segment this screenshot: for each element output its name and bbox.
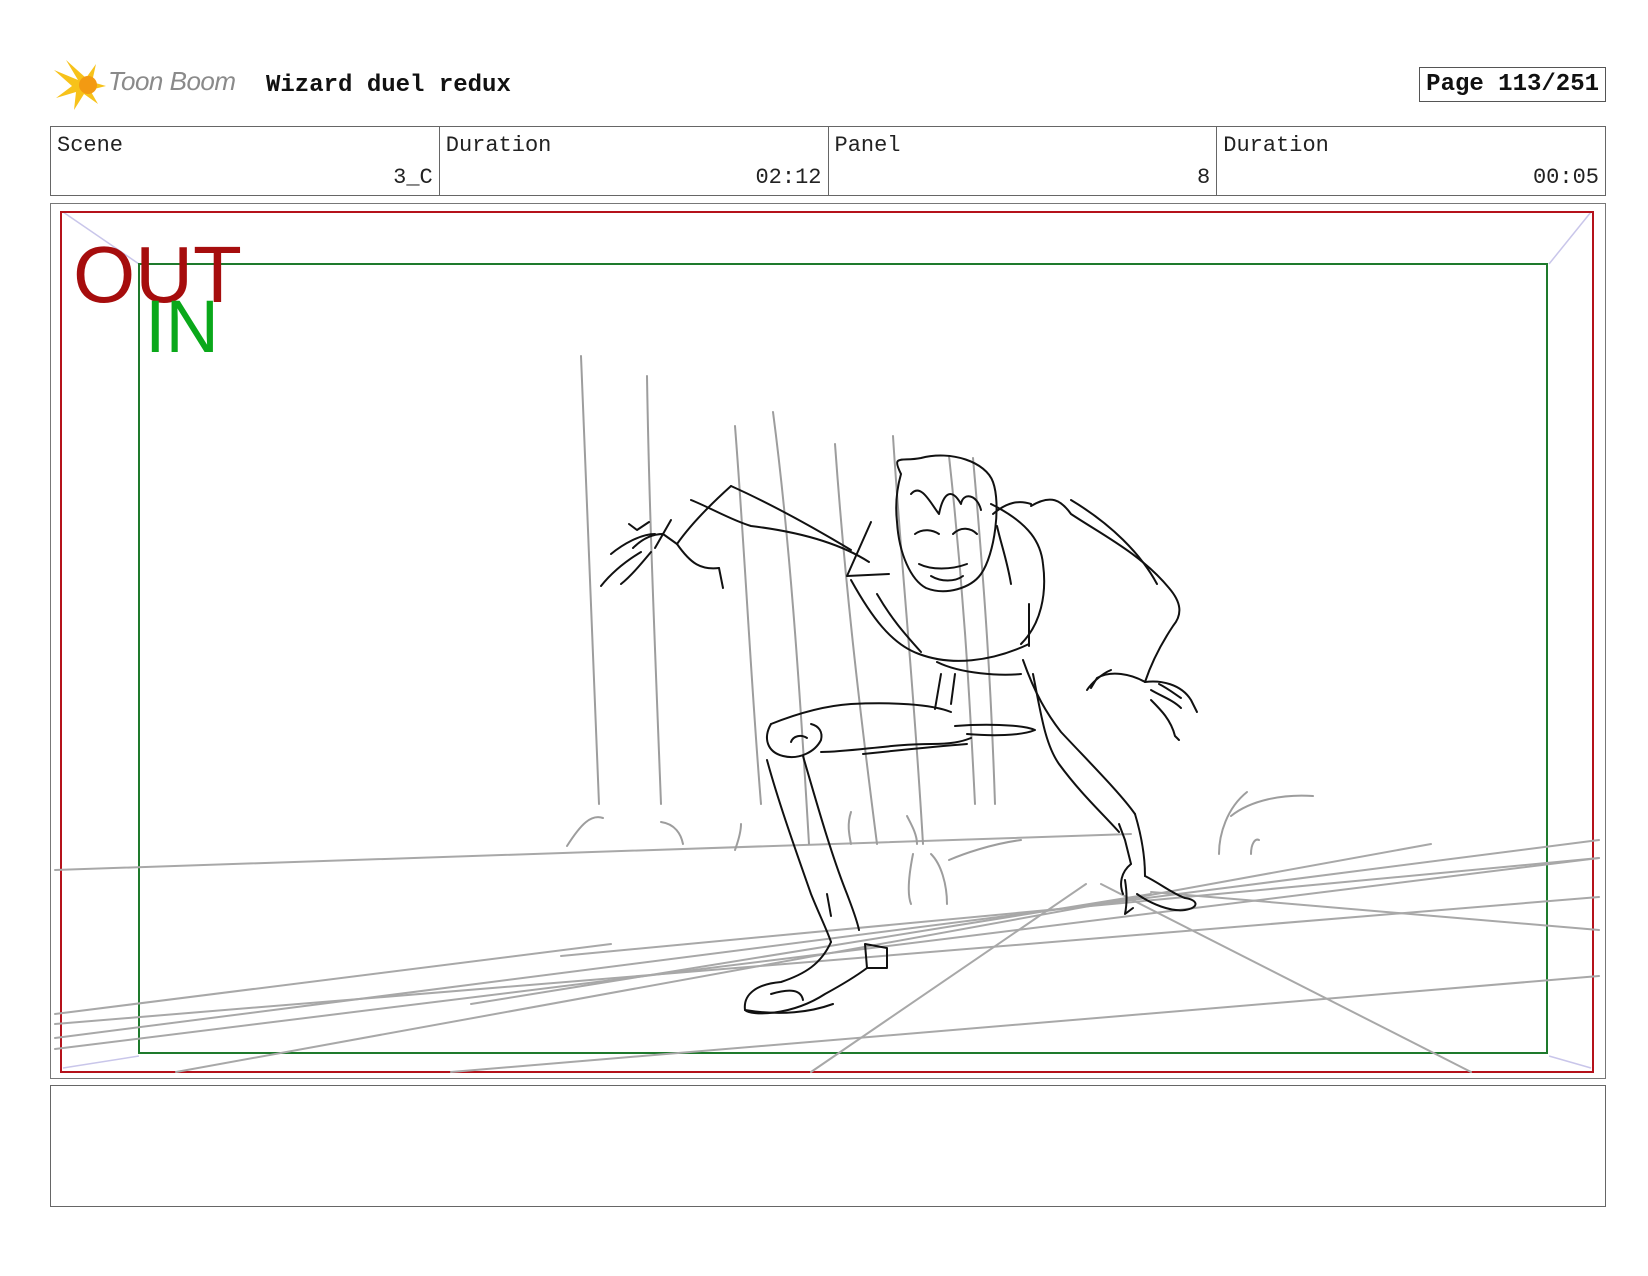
project-title: Wizard duel redux [266,72,511,99]
page-indicator: Page 113/251 [1419,67,1606,102]
scene-duration-value: 02:12 [755,165,822,190]
perspective-guides [54,833,1600,1073]
panel-label: Panel [834,133,901,158]
panel-notes-box[interactable] [50,1085,1606,1207]
storyboard-panel: OUT IN [50,203,1606,1079]
panel-duration-value: 00:05 [1532,165,1599,190]
starburst-icon [54,60,106,110]
in-safe-label: IN [145,285,219,368]
panel-duration-label: Duration [1223,133,1329,158]
scene-value: 3_C [393,165,433,190]
toon-boom-logo: Toon Boom [52,58,252,112]
scene-duration-label: Duration [445,133,552,158]
logo-wordmark: Toon Boom [108,66,236,96]
scene-label: Scene [57,133,124,158]
out-safe-frame [60,211,1594,1073]
scene-info-table: Scene 3_C Duration 02:12 Panel 8 Duratio… [50,126,1606,196]
panel-value: 8 [1197,165,1211,190]
scene-cell: Scene 3_C [51,127,440,195]
scene-duration-cell: Duration 02:12 [440,127,829,195]
in-safe-frame [138,263,1548,1054]
background-pillars [566,355,1314,905]
panel-duration-cell: Duration 00:05 [1217,127,1605,195]
panel-cell: Panel 8 [829,127,1218,195]
panel-drawing: OUT IN [54,211,1600,1073]
